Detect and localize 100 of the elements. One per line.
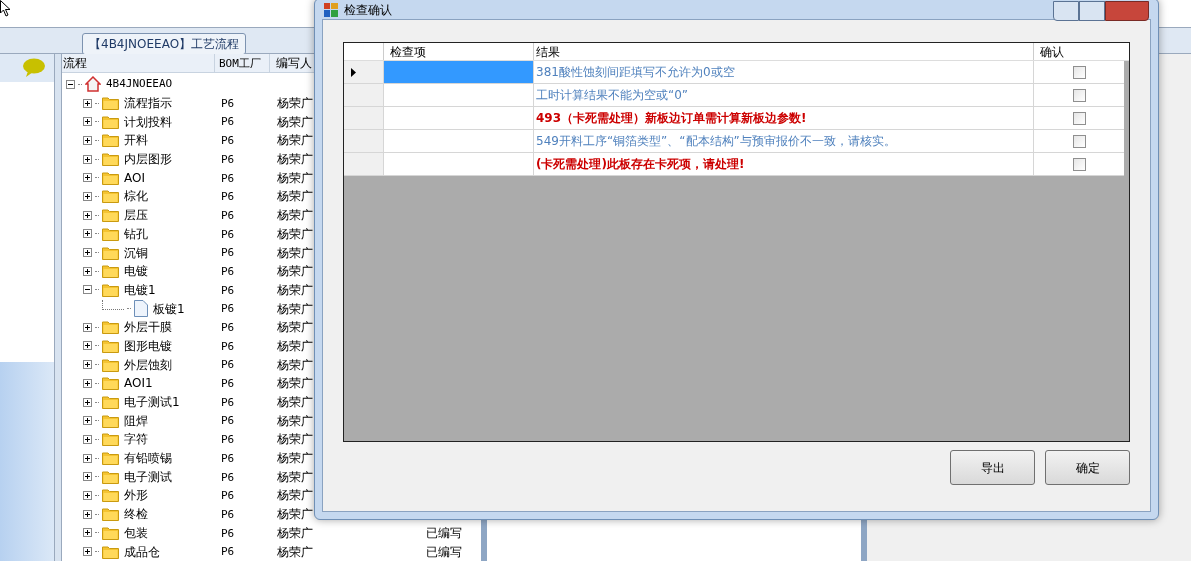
table-cell[interactable] — [384, 107, 534, 130]
table-cell: P6 — [221, 152, 235, 166]
table-cell: 杨荣广 — [277, 133, 313, 148]
current-row-icon — [351, 67, 356, 77]
house-icon — [85, 76, 101, 93]
confirm-checkbox[interactable] — [1072, 111, 1086, 125]
expand-icon[interactable] — [83, 135, 92, 145]
ok-button[interactable]: 确定 — [1045, 450, 1130, 485]
tree-item[interactable]: AOI1 — [124, 374, 153, 393]
tree-item[interactable]: 外层蚀刻 — [124, 355, 172, 374]
expand-icon[interactable] — [83, 453, 92, 463]
table-cell: P6 — [221, 339, 235, 353]
tab[interactable]: 【4B4JNOEEAO】工艺流程 — [82, 33, 247, 55]
table-cell-text: 493（卡死需处理）新板边订单需计算新板边参数! — [536, 110, 807, 127]
folder-icon — [102, 338, 119, 353]
tree-item[interactable]: 沉铜 — [124, 243, 148, 262]
tree-item[interactable]: 内层图形 — [124, 150, 172, 169]
confirm-checkbox[interactable] — [1072, 134, 1086, 148]
folder-icon — [102, 544, 119, 559]
folder-icon — [102, 96, 119, 110]
confirm-checkbox[interactable] — [1072, 65, 1086, 79]
expand-icon[interactable] — [83, 490, 92, 500]
tree-item[interactable]: 包装 — [124, 523, 148, 542]
tree-item[interactable]: 外形 — [124, 486, 148, 505]
expand-icon[interactable] — [83, 434, 92, 444]
table-cell: 杨荣广 — [277, 525, 313, 540]
table-cell: P6 — [221, 264, 235, 278]
expand-icon[interactable] — [83, 378, 92, 388]
expand-icon[interactable] — [83, 117, 92, 127]
column-header[interactable]: 确认 — [1034, 43, 1124, 60]
tree-item[interactable]: 终检 — [124, 505, 148, 524]
table-cell: 杨荣广 — [277, 226, 313, 241]
expand-icon[interactable] — [83, 397, 92, 407]
tree-item[interactable]: 电子测试1 — [124, 393, 180, 411]
column-header[interactable]: 流程 — [62, 54, 215, 72]
expand-icon[interactable] — [83, 210, 92, 220]
table-cell: 杨荣广 — [277, 152, 313, 167]
table-cell: 杨荣广 — [277, 413, 313, 428]
table-cell[interactable] — [384, 153, 534, 176]
table-cell: P6 — [221, 321, 235, 334]
expand-icon[interactable] — [83, 98, 92, 108]
column-header[interactable]: 结果 — [534, 43, 1034, 60]
expand-icon[interactable] — [83, 248, 92, 257]
tree-item[interactable]: 流程指示 — [124, 94, 172, 112]
expand-icon[interactable] — [83, 360, 92, 370]
table-cell: 杨荣广 — [277, 114, 313, 129]
table-cell: P6 — [221, 545, 235, 559]
expand-icon[interactable] — [83, 341, 92, 351]
expand-icon[interactable] — [83, 509, 92, 519]
table-cell[interactable] — [384, 130, 534, 153]
tree-item[interactable]: 层压 — [124, 206, 148, 225]
maximize-button[interactable] — [1079, 1, 1105, 21]
expand-icon[interactable] — [83, 547, 92, 556]
tree-item[interactable]: 电子测试 — [124, 467, 172, 486]
tree-item[interactable]: 钻孔 — [124, 224, 148, 243]
confirm-checkbox[interactable] — [1072, 88, 1086, 102]
row-header[interactable] — [344, 61, 384, 84]
collapse-icon[interactable] — [83, 285, 92, 295]
table-cell: 已编写 — [426, 544, 462, 559]
expand-icon[interactable] — [83, 528, 92, 538]
collapse-icon[interactable] — [66, 79, 75, 89]
tree-item[interactable]: 4B4JNOEEAO — [106, 76, 173, 93]
table-cell: P6 — [221, 395, 235, 409]
table-cell: 杨荣广 — [277, 320, 313, 335]
table-cell: P6 — [221, 358, 235, 372]
expand-icon[interactable] — [83, 416, 92, 426]
table-cell: 杨荣广 — [277, 469, 313, 484]
table-cell[interactable] — [384, 84, 534, 107]
column-header[interactable]: 检查项 — [384, 43, 534, 60]
expand-icon[interactable] — [83, 154, 92, 164]
tree-item[interactable]: 电镀1 — [124, 280, 156, 299]
tree-item[interactable]: 板镀1 — [153, 299, 185, 318]
confirm-checkbox[interactable] — [1072, 157, 1086, 171]
column-header[interactable]: BOM工厂 — [215, 54, 270, 72]
tree-item[interactable]: 字符 — [124, 430, 148, 449]
table-cell: 杨荣广 — [277, 245, 313, 260]
expand-icon[interactable] — [83, 472, 92, 482]
tree-item[interactable]: 开料 — [124, 131, 148, 150]
folder-icon — [102, 170, 119, 185]
folder-icon — [102, 189, 119, 204]
tree-item[interactable]: 成品仓 — [124, 542, 160, 561]
expand-icon[interactable] — [83, 229, 92, 239]
table-cell: 杨荣广 — [277, 432, 313, 447]
table-cell[interactable] — [384, 61, 534, 84]
table-cell: 杨荣广 — [277, 264, 313, 279]
tree-item[interactable]: 计划投料 — [124, 112, 172, 131]
tree-item[interactable]: 有铅喷锡 — [124, 449, 172, 468]
tree-item[interactable]: 阻焊 — [124, 411, 148, 430]
tree-item[interactable]: 外层干膜 — [124, 318, 172, 337]
expand-icon[interactable] — [83, 266, 92, 276]
tree-item[interactable]: 电镀 — [124, 262, 148, 281]
tree-item[interactable]: 棕化 — [124, 187, 148, 206]
minimize-button[interactable] — [1053, 1, 1079, 21]
expand-icon[interactable] — [83, 191, 92, 201]
export-button[interactable]: 导出 — [950, 450, 1035, 485]
expand-icon[interactable] — [83, 322, 92, 332]
tree-item[interactable]: 图形电镀 — [124, 336, 172, 355]
expand-icon[interactable] — [83, 173, 92, 183]
tree-item[interactable]: AOI — [124, 168, 145, 187]
table-cell: 杨荣广 — [277, 376, 313, 391]
